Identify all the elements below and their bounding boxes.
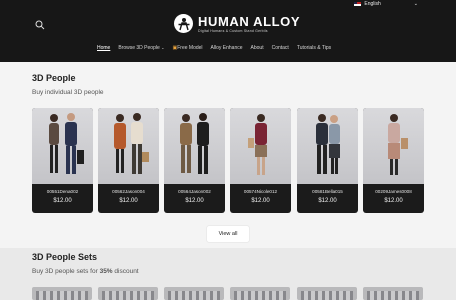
nav-contact[interactable]: Contact [272,45,289,51]
product-photo [363,108,424,184]
language-label: English [364,1,381,7]
product-photo [297,108,358,184]
product-card[interactable]: 00209James0008 $12.00 [363,108,424,213]
nav-browse-label: Browse 3D People [118,45,160,51]
product-photo [98,108,159,184]
set-card[interactable] [98,287,158,300]
brand-tagline: Digital Humans & Custom Stand Gerbils [198,28,268,33]
product-photo [32,108,93,184]
people-section-subtitle: Buy individual 3D people [32,89,104,96]
set-card[interactable] [32,287,92,300]
set-card[interactable] [164,287,224,300]
people-figure [114,113,149,174]
set-card[interactable] [363,287,423,300]
product-card[interactable]: 00581Bella015 $12.00 [297,108,358,213]
brand-title: HUMAN ALLOY [198,13,301,29]
product-card[interactable]: 00562Jason004 $12.00 [98,108,159,213]
search-icon[interactable] [35,20,45,30]
nav-about[interactable]: About [251,45,264,51]
nav-free-model[interactable]: ▣Free Model [173,45,203,51]
people-figure [248,114,267,175]
people-figure [49,113,84,174]
nav-free-model-label: Free Model [177,45,203,51]
product-card[interactable]: 00574Nicole012 $12.00 [230,108,291,213]
product-price: $12.00 [384,198,403,204]
nav-home[interactable]: Home [97,45,110,51]
product-price: $12.00 [119,198,138,204]
product-price: $12.00 [185,198,204,204]
chevron-down-icon: ⌄ [161,45,165,50]
main-nav: Home Browse 3D People ⌄ ▣Free Model Allo… [97,45,331,51]
brand-logo[interactable]: HUMAN ALLOY Digital Humans & Custom Stan… [174,14,300,33]
product-name: 00551Dena002 [46,189,79,194]
nav-alloy-enhance[interactable]: Alloy Enhance [211,45,243,51]
people-section-title: 3D People [32,73,76,83]
product-name: 00562Jason004 [112,189,145,194]
product-name: 00209James0008 [375,189,412,194]
product-name: 00564Jason002 [178,189,211,194]
language-selector[interactable]: English ⌄ [354,1,418,7]
product-name: 00574Nicole012 [243,189,278,194]
product-card[interactable]: 00551Dena002 $12.00 [32,108,93,213]
product-card[interactable]: 00564Jason002 $12.00 [164,108,225,213]
view-all-button[interactable]: View all [207,226,249,242]
chevron-down-icon: ⌄ [413,1,418,7]
product-photo [164,108,225,184]
people-figure [388,114,408,175]
us-flag-icon [354,2,362,6]
people-sets-subtitle: Buy 3D people sets for 35% discount [32,268,139,275]
nav-tutorials[interactable]: Tutorials & Tips [297,45,331,51]
product-price: $12.00 [318,198,337,204]
nav-browse-3d-people[interactable]: Browse 3D People ⌄ [118,45,164,51]
set-card[interactable] [230,287,290,300]
product-photo [230,108,291,184]
set-card[interactable] [297,287,357,300]
logo-icon [174,14,193,33]
product-name: 00581Bella015 [312,189,343,194]
sets-subtitle-pre: Buy 3D people sets for [32,268,100,275]
people-figure [316,114,340,174]
people-sets-title: 3D People Sets [32,252,98,262]
product-price: $12.00 [53,198,72,204]
sets-subtitle-post: discount [112,268,139,275]
product-price: $12.00 [251,198,270,204]
people-figure [180,113,209,174]
site-header: English ⌄ HUMAN ALLOY Digital Humans & C… [0,0,456,62]
sets-discount: 35% [99,268,113,275]
